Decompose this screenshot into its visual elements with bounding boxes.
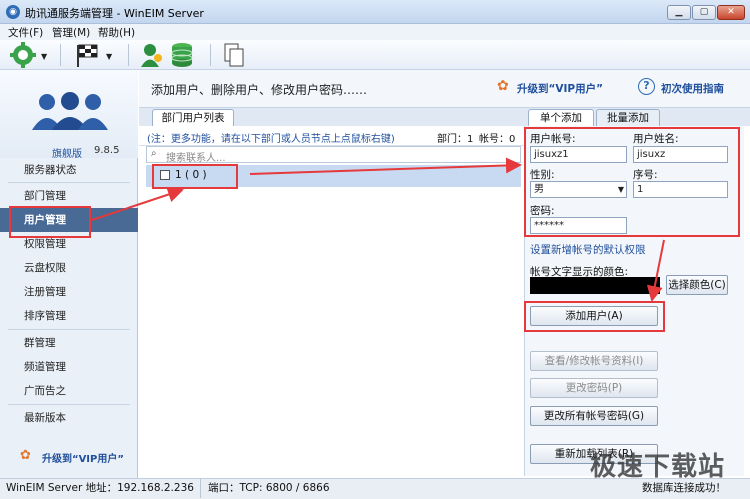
sidebar-item-cloud-permissions[interactable]: 云盘权限 [0,256,138,280]
account-label: 用户帐号: [530,133,576,145]
name-label: 用户姓名: [633,133,679,145]
sidebar-divider [8,329,130,330]
tree-checkbox[interactable] [160,170,170,180]
maximize-icon: ▢ [699,7,709,17]
view-edit-account-button[interactable]: 查看/修改帐号资料(I) [530,351,658,371]
version-label: 9.8.5 [94,145,120,156]
medal-icon: ✿ [497,78,509,94]
close-button[interactable]: ✕ [717,5,745,20]
menu-file[interactable]: 文件(F) [8,25,43,40]
list-note-bar: (注：更多功能，请在以下部门或人员节点上点鼠标右键) 部门：1 帐号：0 [139,126,524,146]
title-bar: ◉ 助讯通服务端管理 - WinEIM Server ▁ ▢ ✕ [0,0,750,24]
toolbar: ▼ ▼ [0,40,750,70]
page-description: 添加用户、删除用户、修改用户密码…… [151,83,368,97]
close-icon: ✕ [727,7,735,17]
choose-color-button[interactable]: 选择颜色(C) [666,275,728,295]
sidebar-divider [8,404,130,405]
sidebar-item-departments[interactable]: 部门管理 [0,184,138,208]
change-password-button[interactable]: 更改密码(P) [530,378,658,398]
chat-bubble-icon: ◉ [6,5,20,19]
status-separator [200,479,201,498]
sidebar-item-sorting[interactable]: 排序管理 [0,304,138,328]
users-logo-icon [32,92,108,130]
default-permission-link[interactable]: 设置新增帐号的默认权限 [530,242,646,257]
add-user-button[interactable]: 添加用户(A) [530,306,658,326]
order-input[interactable]: 1 [633,181,728,198]
minimize-icon: ▁ [675,7,683,17]
sidebar-item-permissions[interactable]: 权限管理 [0,232,138,256]
sidebar-vip-label: 升级到“VIP用户” [42,454,124,465]
sidebar-item-registration[interactable]: 注册管理 [0,280,138,304]
toolbar-separator [128,44,129,66]
page-header: 添加用户、删除用户、修改用户密码…… ✿ 升级到“VIP用户” ? 初次使用指南 [139,70,750,108]
tab-batch-add[interactable]: 批量添加 [596,109,660,126]
tree-node-label: 1 ( 0 ) [175,169,207,181]
gear-icon[interactable] [10,42,36,68]
documents-icon[interactable] [222,42,246,68]
sidebar-item-users[interactable]: 用户管理 [0,208,138,232]
toolbar-separator [60,44,61,66]
list-note: (注：更多功能，请在以下部门或人员节点上点鼠标右键) [147,134,395,145]
chevron-down-icon[interactable]: ▼ [41,52,47,61]
help-icon: ? [638,78,655,95]
sidebar-item-announcements[interactable]: 广而告之 [0,379,138,403]
window-title: 助讯通服务端管理 - WinEIM Server [25,7,204,20]
gender-select[interactable]: 男 ▼ [530,181,627,198]
logo-area: 旗舰版 9.8.5 [0,70,138,160]
server-address: WinEIM Server 地址：192.168.2.236 [6,482,194,494]
order-label: 序号: [633,169,658,181]
sidebar: 旗舰版 9.8.5 服务器状态 部门管理 用户管理 权限管理 云盘权限 注册管理… [0,70,138,478]
menu-bar: 文件(F) 管理(M) 帮助(H) [0,24,750,40]
department-count: 部门：1 [437,134,474,145]
sidebar-item-latest-version[interactable]: 最新版本 [0,406,138,430]
color-swatch [530,277,660,294]
menu-manage[interactable]: 管理(M) [52,25,90,40]
vip-upgrade-link[interactable]: 升级到“VIP用户” [517,81,603,96]
sidebar-item-server-status[interactable]: 服务器状态 [0,158,138,182]
name-input[interactable]: jisuxz [633,146,728,163]
search-placeholder: 搜索联系人... [166,153,226,164]
server-port: 端口：TCP: 6800 / 6866 [208,482,330,494]
password-label: 密码: [530,205,555,217]
checkered-flag-icon[interactable] [74,42,100,68]
db-status: 数据库连接成功！ [642,482,726,494]
menu-help[interactable]: 帮助(H) [98,25,135,40]
medal-icon: ✿ [20,448,31,463]
change-all-passwords-button[interactable]: 更改所有帐号密码(G) [530,406,658,426]
minimize-button[interactable]: ▁ [667,5,691,20]
database-icon[interactable] [170,42,194,68]
user-gear-icon[interactable] [140,42,164,68]
search-icon: ⌕ [151,148,157,159]
guide-link[interactable]: 初次使用指南 [661,81,724,96]
gender-value: 男 [534,184,544,195]
sidebar-item-groups[interactable]: 群管理 [0,331,138,355]
sidebar-vip-link[interactable]: ✿ 升级到“VIP用户” [0,442,138,472]
chevron-down-icon[interactable]: ▼ [106,52,112,61]
sidebar-item-channels[interactable]: 频道管理 [0,355,138,379]
account-count: 帐号：0 [479,134,516,145]
maximize-button[interactable]: ▢ [692,5,716,20]
tab-single-add[interactable]: 单个添加 [528,109,594,126]
chevron-down-icon: ▼ [617,185,624,194]
account-input[interactable]: jisuxz1 [530,146,627,163]
password-input[interactable]: ****** [530,217,627,234]
toolbar-separator [210,44,211,66]
tree-node-row[interactable]: 1 ( 0 ) [146,165,521,187]
sidebar-divider [8,182,130,183]
search-field[interactable]: ⌕ 搜索联系人... [146,146,521,164]
gender-label: 性别: [530,169,555,181]
status-bar: WinEIM Server 地址：192.168.2.236 端口：TCP: 6… [0,478,750,499]
tab-department-user-list[interactable]: 部门用户列表 [152,109,234,126]
user-tree [146,164,521,476]
